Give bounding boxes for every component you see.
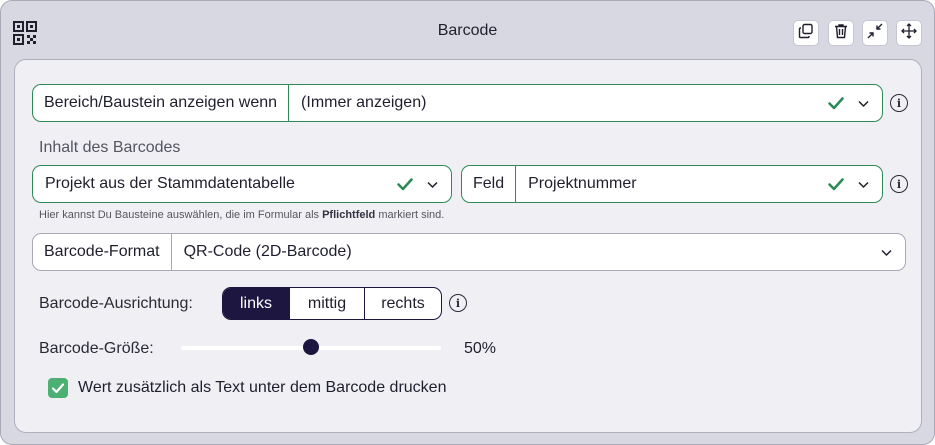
title-bar: Barcode bbox=[1, 1, 934, 59]
visibility-select[interactable]: Bereich/Baustein anzeigen wenn (Immer an… bbox=[32, 84, 883, 122]
print-text-label: Wert zusätzlich als Text unter dem Barco… bbox=[78, 379, 447, 396]
field-info-icon[interactable]: i bbox=[890, 175, 908, 193]
move-button[interactable] bbox=[896, 20, 922, 46]
content-source-value[interactable]: Projekt aus der Stammdatentabelle bbox=[33, 166, 396, 202]
print-text-checkbox[interactable] bbox=[48, 378, 68, 398]
alignment-option-links[interactable]: links bbox=[223, 288, 289, 319]
duplicate-icon bbox=[798, 23, 814, 44]
collapse-button[interactable] bbox=[862, 20, 888, 46]
field-label: Feld bbox=[462, 166, 517, 202]
valid-check-icon bbox=[827, 94, 845, 112]
barcode-format-value[interactable]: QR-Code (2D-Barcode) bbox=[172, 234, 880, 270]
size-slider-thumb[interactable] bbox=[303, 339, 319, 355]
alignment-info-icon[interactable]: i bbox=[449, 294, 467, 312]
alignment-option-rechts[interactable]: rechts bbox=[364, 288, 441, 319]
collapse-icon bbox=[867, 23, 883, 44]
visibility-value[interactable]: (Immer anzeigen) bbox=[289, 85, 827, 121]
chevron-down-icon[interactable] bbox=[880, 246, 893, 259]
field-value[interactable]: Projektnummer bbox=[516, 166, 827, 202]
barcode-format-label: Barcode-Format bbox=[33, 234, 172, 270]
size-label: Barcode-Größe: bbox=[39, 340, 154, 357]
alignment-option-mittig[interactable]: mittig bbox=[289, 288, 364, 319]
field-select[interactable]: Feld Projektnummer bbox=[461, 165, 883, 203]
alignment-label: Barcode-Ausrichtung: bbox=[39, 295, 193, 312]
required-field-hint: Hier kannst Du Bausteine auswählen, die … bbox=[39, 209, 444, 221]
barcode-format-select[interactable]: Barcode-Format QR-Code (2D-Barcode) bbox=[32, 233, 906, 271]
trash-icon bbox=[833, 23, 849, 44]
checkmark-icon bbox=[51, 383, 65, 394]
valid-check-icon bbox=[827, 175, 845, 193]
visibility-label: Bereich/Baustein anzeigen wenn bbox=[33, 85, 290, 121]
size-value: 50% bbox=[464, 340, 497, 357]
content-section-label: Inhalt des Barcodes bbox=[39, 139, 181, 156]
valid-check-icon bbox=[396, 175, 414, 193]
duplicate-button[interactable] bbox=[793, 20, 819, 46]
hint-text-prefix: Hier kannst Du Bausteine auswählen, die … bbox=[39, 209, 320, 221]
hint-text-suffix: markiert sind. bbox=[378, 209, 445, 221]
content-source-select[interactable]: Projekt aus der Stammdatentabelle bbox=[32, 165, 452, 203]
delete-button[interactable] bbox=[828, 20, 854, 46]
hint-text-bold: Pflichtfeld bbox=[322, 209, 376, 221]
chevron-down-icon[interactable] bbox=[857, 97, 870, 110]
settings-panel: Bereich/Baustein anzeigen wenn (Immer an… bbox=[14, 59, 922, 433]
visibility-info-icon[interactable]: i bbox=[890, 94, 908, 112]
move-icon bbox=[901, 22, 917, 44]
alignment-toggle: links mittig rechts bbox=[222, 287, 442, 320]
barcode-settings-window: Barcode Bereich/Baustein anzeigen wenn (… bbox=[0, 0, 935, 445]
chevron-down-icon[interactable] bbox=[857, 178, 870, 191]
chevron-down-icon[interactable] bbox=[426, 178, 439, 191]
